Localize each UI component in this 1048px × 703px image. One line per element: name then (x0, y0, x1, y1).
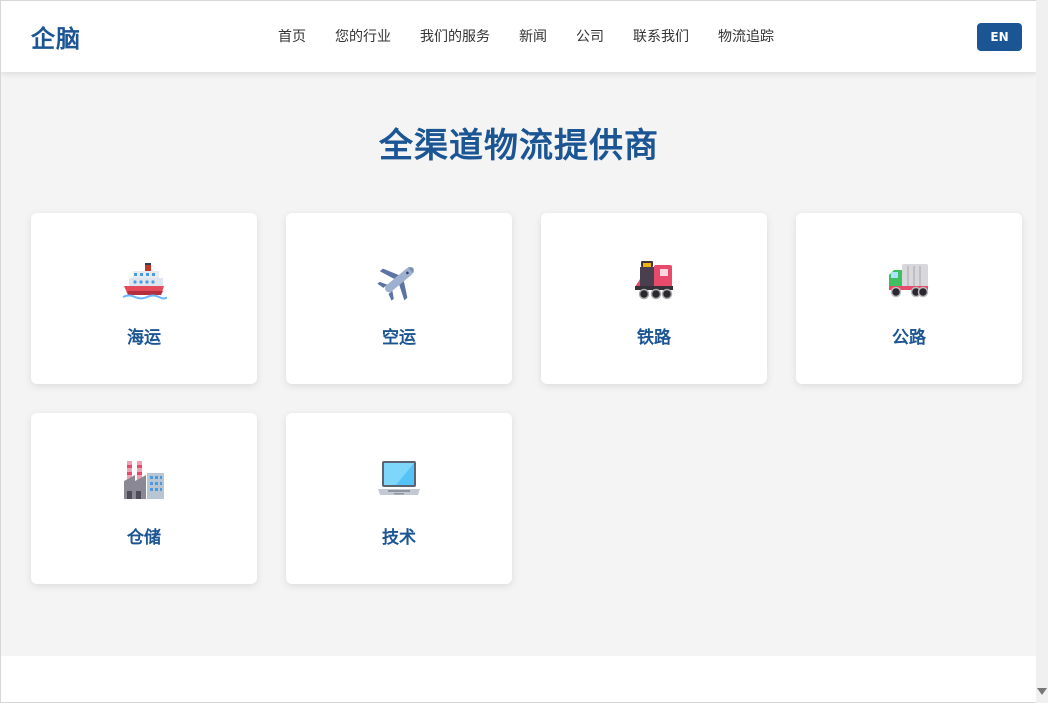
service-label-warehouse: 仓储 (127, 528, 161, 548)
truck-icon (889, 264, 929, 298)
scrollbar-thumb[interactable] (1038, 2, 1046, 672)
service-card-road[interactable]: 公路 (796, 213, 1022, 384)
page-title: 全渠道物流提供商 (379, 126, 659, 166)
service-label-road: 公路 (892, 328, 926, 348)
service-label-air: 空运 (382, 328, 416, 348)
service-label-rail: 铁路 (637, 328, 671, 348)
factory-icon (124, 461, 164, 499)
service-card-rail[interactable]: 铁路 (541, 213, 767, 384)
vertical-scrollbar[interactable] (1036, 0, 1048, 703)
scroll-down-arrow-icon[interactable] (1037, 688, 1047, 695)
nav-item-news[interactable]: 新闻 (519, 27, 547, 47)
main-content: 全渠道物流提供商 海运 空运 铁路 公路 仓储 技术 (1, 72, 1036, 656)
nav-item-industries[interactable]: 您的行业 (335, 27, 391, 47)
nav-item-tracking[interactable]: 物流追踪 (718, 27, 774, 47)
service-card-warehouse[interactable]: 仓储 (31, 413, 257, 584)
nav-item-contact[interactable]: 联系我们 (633, 27, 689, 47)
service-card-air[interactable]: 空运 (286, 213, 512, 384)
service-card-ocean[interactable]: 海运 (31, 213, 257, 384)
site-logo[interactable]: 企脑 (31, 19, 81, 54)
nav-item-company[interactable]: 公司 (576, 27, 604, 47)
service-label-technology: 技术 (382, 528, 416, 548)
service-label-ocean: 海运 (127, 328, 161, 348)
locomotive-icon (635, 261, 673, 300)
browser-viewport: 企脑 首页 您的行业 我们的服务 新闻 公司 联系我们 物流追踪 EN 全渠道物… (0, 0, 1036, 703)
airplane-icon (377, 267, 414, 301)
site-header: 企脑 首页 您的行业 我们的服务 新闻 公司 联系我们 物流追踪 EN (1, 1, 1036, 72)
service-card-technology[interactable]: 技术 (286, 413, 512, 584)
language-toggle-button[interactable]: EN (977, 23, 1022, 51)
nav-item-home[interactable]: 首页 (278, 27, 306, 47)
main-nav: 首页 您的行业 我们的服务 新闻 公司 联系我们 物流追踪 (278, 27, 803, 47)
footer-area (1, 656, 1036, 702)
ship-icon (122, 263, 167, 300)
nav-item-services[interactable]: 我们的服务 (420, 27, 490, 47)
laptop-icon (378, 461, 420, 495)
